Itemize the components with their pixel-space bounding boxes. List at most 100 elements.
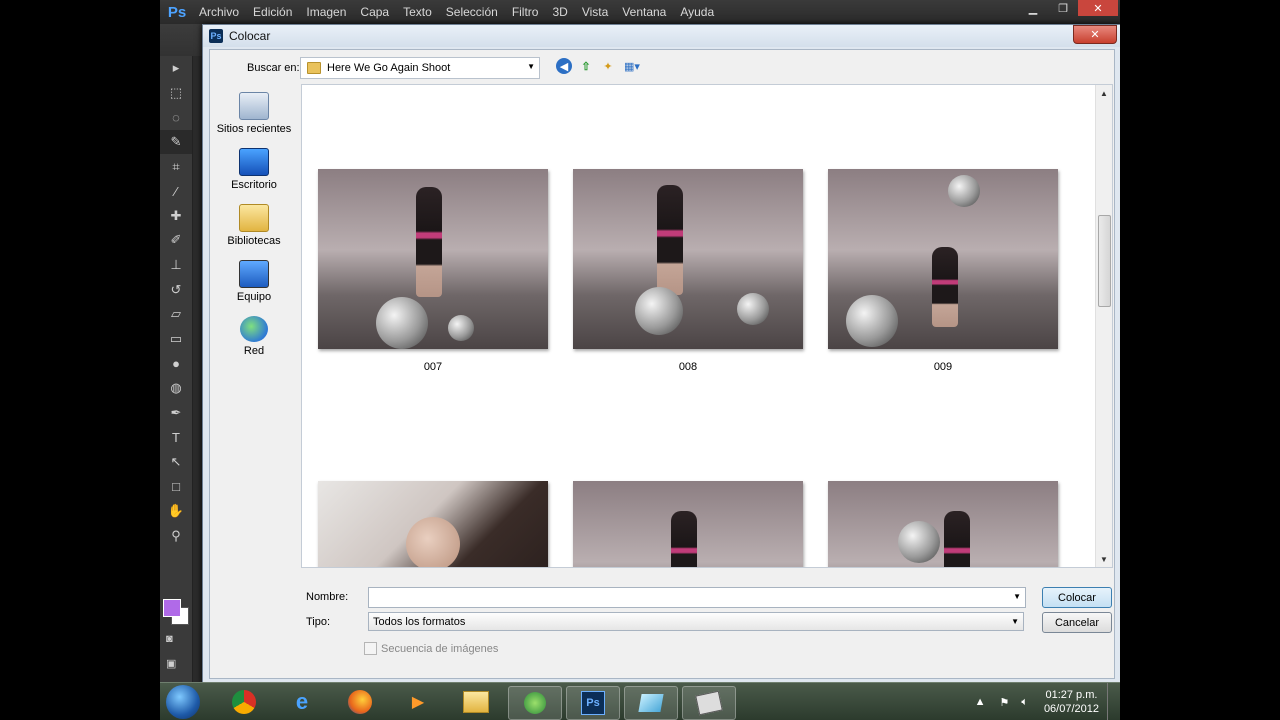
dodge-tool-icon[interactable]: ◍: [160, 376, 192, 401]
messenger-icon[interactable]: [508, 686, 562, 720]
menu-vista[interactable]: Vista: [575, 5, 615, 19]
vertical-scrollbar[interactable]: ▲ ▼: [1095, 85, 1112, 567]
quick-selection-tool-icon[interactable]: ✎: [160, 129, 192, 155]
gradient-tool-icon[interactable]: ▭: [160, 327, 192, 352]
file-list: 007 008 009 ▲ ▼: [301, 84, 1113, 568]
eyedropper-tool-icon[interactable]: ⁄: [160, 179, 192, 204]
clock-date: 06/07/2012: [1043, 703, 1099, 715]
recent-places-icon: [239, 92, 269, 120]
minimize-icon[interactable]: ▁: [1018, 0, 1048, 16]
file-thumbnail[interactable]: [318, 481, 548, 567]
close-icon[interactable]: ✕: [1078, 0, 1118, 16]
chevron-down-icon[interactable]: ▼: [1011, 617, 1019, 626]
menu-archivo[interactable]: Archivo: [192, 5, 246, 19]
folder-icon: [307, 62, 321, 74]
place-network[interactable]: Red: [212, 316, 296, 357]
chrome-icon[interactable]: [218, 686, 270, 718]
lasso-tool-icon[interactable]: ◌: [160, 105, 192, 130]
place-desktop[interactable]: Escritorio: [212, 148, 296, 191]
photoshop-taskbar-icon[interactable]: Ps: [566, 686, 620, 720]
healing-brush-tool-icon[interactable]: ✚: [160, 204, 192, 229]
menu-texto[interactable]: Texto: [396, 5, 439, 19]
show-desktop-button[interactable]: [1107, 683, 1120, 720]
image-sequence-label: Secuencia de imágenes: [381, 642, 499, 655]
file-thumbnail[interactable]: [828, 169, 1058, 349]
menu-bar: Ps Archivo Edición Imagen Capa Texto Sel…: [160, 0, 1120, 24]
file-name: 008: [678, 361, 698, 373]
show-hidden-icons-icon[interactable]: ▲: [975, 696, 986, 708]
place-computer[interactable]: Equipo: [212, 260, 296, 303]
internet-explorer-icon[interactable]: e: [276, 686, 328, 718]
menu-edicion[interactable]: Edición: [246, 5, 299, 19]
place-label: Red: [243, 345, 265, 357]
menu-imagen[interactable]: Imagen: [299, 5, 353, 19]
menu-filtro[interactable]: Filtro: [505, 5, 546, 19]
back-icon[interactable]: ◀: [556, 58, 572, 74]
menu-ayuda[interactable]: Ayuda: [673, 5, 721, 19]
type-tool-icon[interactable]: T: [160, 425, 192, 450]
scroll-down-icon[interactable]: ▼: [1096, 551, 1112, 567]
place-recent[interactable]: Sitios recientes: [212, 92, 296, 135]
system-tray: ▲ ⚑ 🔈︎ 01:27 p.m. 06/07/2012: [967, 683, 1120, 720]
up-folder-icon[interactable]: ⇧: [578, 58, 594, 74]
scroll-up-icon[interactable]: ▲: [1096, 85, 1112, 101]
blur-tool-icon[interactable]: ●: [160, 351, 192, 376]
place-label: Escritorio: [231, 179, 277, 191]
chevron-down-icon: ▼: [527, 62, 535, 71]
image-sequence-checkbox[interactable]: [364, 642, 377, 655]
foreground-color-swatch[interactable]: [163, 599, 181, 617]
menu-capa[interactable]: Capa: [353, 5, 396, 19]
computer-icon: [239, 260, 269, 288]
chevron-down-icon[interactable]: ▼: [1013, 592, 1021, 601]
history-brush-tool-icon[interactable]: ↺: [160, 277, 192, 302]
move-tool-icon[interactable]: ▸: [160, 56, 192, 81]
zoom-tool-icon[interactable]: ⚲: [160, 523, 192, 548]
clock-time: 01:27 p.m.: [1045, 689, 1098, 701]
file-thumbnail[interactable]: [318, 169, 548, 349]
clock[interactable]: 01:27 p.m. 06/07/2012: [1044, 688, 1099, 716]
clone-stamp-tool-icon[interactable]: ⊥: [160, 253, 192, 278]
path-selection-tool-icon[interactable]: ↖: [160, 450, 192, 475]
navigation-buttons: ◀ ⇧ ✦ ▦▾: [556, 58, 642, 74]
dialog-title: Colocar: [229, 29, 271, 43]
file-thumbnail[interactable]: [828, 481, 1058, 567]
window-controls: ▁ ❐ ✕: [1018, 0, 1118, 16]
file-thumbnail[interactable]: [573, 481, 803, 567]
start-button-icon[interactable]: [166, 685, 200, 719]
places-bar: Sitios recientes Escritorio Bibliotecas …: [212, 86, 296, 670]
volume-icon[interactable]: 🔈︎: [1021, 696, 1028, 709]
screen-mode-icon[interactable]: ▣: [166, 657, 186, 673]
action-center-flag-icon[interactable]: ⚑: [999, 696, 1009, 709]
place-dialog: Ps Colocar ✕ Buscar en: Here We Go Again…: [202, 24, 1120, 684]
dialog-close-button[interactable]: ✕: [1073, 25, 1117, 44]
cancel-button[interactable]: Cancelar: [1042, 612, 1112, 633]
marquee-tool-icon[interactable]: ⬚: [160, 81, 192, 106]
menu-ventana[interactable]: Ventana: [615, 5, 673, 19]
aero-window-icon[interactable]: [624, 686, 678, 720]
place-button[interactable]: Colocar: [1042, 587, 1112, 608]
screen-recorder-icon[interactable]: [682, 686, 736, 720]
hand-tool-icon[interactable]: ✋: [160, 499, 192, 524]
place-libraries[interactable]: Bibliotecas: [212, 204, 296, 247]
crop-tool-icon[interactable]: ⌗: [160, 154, 192, 179]
file-name: 009: [933, 361, 953, 373]
file-type-select[interactable]: Todos los formatos ▼: [368, 612, 1024, 631]
menu-seleccion[interactable]: Selección: [439, 5, 505, 19]
view-menu-icon[interactable]: ▦▾: [622, 58, 642, 74]
pen-tool-icon[interactable]: ✒: [160, 400, 192, 425]
scroll-thumb[interactable]: [1098, 215, 1111, 307]
network-icon: [240, 316, 268, 342]
look-in-dropdown[interactable]: Here We Go Again Shoot ▼: [300, 57, 540, 79]
new-folder-icon[interactable]: ✦: [600, 58, 616, 74]
file-name-input[interactable]: ▼: [368, 587, 1026, 608]
media-player-icon[interactable]: ▶: [392, 686, 444, 718]
restore-icon[interactable]: ❐: [1048, 0, 1078, 16]
menu-3d[interactable]: 3D: [545, 5, 574, 19]
shape-tool-icon[interactable]: □: [160, 474, 192, 499]
firefox-icon[interactable]: [334, 686, 386, 718]
eraser-tool-icon[interactable]: ▱: [160, 302, 192, 327]
file-thumbnail[interactable]: [573, 169, 803, 349]
brush-tool-icon[interactable]: ✐: [160, 228, 192, 253]
file-explorer-icon[interactable]: [450, 686, 502, 718]
quick-mask-icon[interactable]: ◙: [166, 633, 186, 649]
